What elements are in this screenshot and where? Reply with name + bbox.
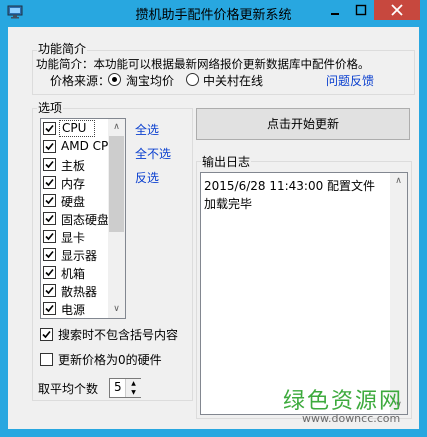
check-icon [45, 304, 54, 313]
list-item-label: 显示器 [61, 249, 98, 263]
select-none-link[interactable]: 全不选 [135, 145, 171, 162]
hardware-checklist[interactable]: CPU AMD CPU 主板 内存 硬盘 固态硬盘 显卡 显示器 机箱 散热器 … [40, 118, 126, 319]
start-update-button[interactable]: 点击开始更新 [196, 108, 410, 140]
check-icon [45, 178, 54, 187]
watermark-logo-text: 绿色资源网 [283, 389, 404, 414]
maximize-icon [355, 4, 367, 16]
checkbox[interactable] [43, 302, 56, 315]
minimize-icon [331, 13, 339, 15]
maximize-button[interactable] [348, 0, 374, 20]
checkbox[interactable] [43, 266, 56, 279]
list-item[interactable]: 内存 [41, 174, 109, 191]
log-output[interactable]: 2015/6/28 11:43:00 配置文件加载完毕 ∧ ∨ [200, 172, 408, 415]
list-item[interactable]: 散热器 [41, 282, 109, 299]
checkbox[interactable] [43, 176, 56, 189]
radio-taobao-label[interactable]: 淘宝均价 [126, 72, 174, 89]
watermark-url: www.downcc.com [302, 412, 401, 425]
log-text: 2015/6/28 11:43:00 配置文件加载完毕 [204, 179, 376, 211]
check-icon [45, 214, 54, 223]
list-item[interactable]: 主板 [41, 156, 109, 173]
log-scrollbar[interactable]: ∧ ∨ [390, 173, 407, 414]
list-item[interactable]: 显示器 [41, 246, 109, 263]
list-item-label: 显卡 [61, 231, 86, 245]
minimize-button[interactable] [322, 0, 348, 20]
list-item[interactable]: 固态硬盘 [41, 210, 109, 227]
list-item[interactable]: CPU [41, 120, 109, 137]
zero-price-label[interactable]: 更新价格为0的硬件 [58, 351, 162, 368]
checkbox[interactable] [43, 122, 56, 135]
check-icon [45, 232, 54, 241]
checkbox[interactable] [43, 230, 56, 243]
check-icon [45, 250, 54, 259]
check-icon [45, 142, 54, 151]
check-icon [45, 160, 54, 169]
stepper-down-icon[interactable]: ▼ [125, 388, 141, 397]
list-scrollbar[interactable]: ∧ ∨ [108, 119, 125, 318]
radio-zol[interactable] [186, 73, 199, 86]
feedback-link[interactable]: 问题反馈 [326, 72, 374, 89]
average-count-value[interactable]: 5 [114, 380, 122, 394]
scroll-up-arrow-icon[interactable]: ∧ [390, 173, 407, 190]
checkbox[interactable] [43, 248, 56, 261]
close-button[interactable] [374, 0, 420, 20]
checkbox[interactable] [43, 158, 56, 171]
list-item-label: 电源 [61, 303, 86, 317]
title-bar[interactable]: 攒机助手配件价格更新系统 [0, 0, 427, 27]
zero-price-checkbox[interactable] [40, 353, 53, 366]
check-icon [45, 124, 54, 133]
checkbox[interactable] [43, 284, 56, 297]
checkbox[interactable] [43, 194, 56, 207]
invert-selection-link[interactable]: 反选 [135, 169, 159, 186]
average-count-label: 取平均个数 [38, 382, 99, 396]
list-item-label: 内存 [61, 177, 86, 191]
checkbox[interactable] [43, 140, 56, 153]
stepper-up-icon[interactable]: ▲ [125, 379, 141, 388]
log-legend: 输出日志 [201, 153, 252, 170]
list-item-label: 主板 [61, 159, 86, 173]
scroll-up-arrow-icon[interactable]: ∧ [108, 119, 125, 136]
intro-legend: 功能简介 [37, 40, 88, 57]
select-all-link[interactable]: 全选 [135, 121, 159, 138]
list-item-label: 硬盘 [61, 195, 86, 209]
list-item[interactable]: 机箱 [41, 264, 109, 281]
close-icon [391, 4, 403, 16]
exclude-brackets-checkbox[interactable] [40, 328, 53, 341]
list-item-label: 固态硬盘 [61, 213, 110, 227]
intro-text: 功能简介：本功能可以根据最新网络报价更新数据库中配件价格。 [36, 57, 370, 71]
scroll-thumb[interactable] [109, 136, 124, 232]
list-item-label: 散热器 [61, 285, 98, 299]
app-window: 攒机助手配件价格更新系统 功能简介 功能简介：本功能可以根据最新网络报价更新数据… [0, 0, 427, 437]
list-item-label: CPU [59, 120, 96, 137]
list-item-label: 机箱 [61, 267, 86, 281]
average-count-stepper[interactable]: 5 ▲ ▼ [109, 378, 141, 398]
check-icon [42, 330, 51, 339]
exclude-brackets-label[interactable]: 搜索时不包含括号内容 [58, 326, 178, 343]
client-area: 功能简介 功能简介：本功能可以根据最新网络报价更新数据库中配件价格。 价格来源：… [8, 27, 419, 429]
radio-taobao[interactable] [108, 73, 121, 86]
scroll-down-arrow-icon[interactable]: ∨ [108, 301, 125, 318]
list-item[interactable]: 电源 [41, 300, 109, 317]
options-legend: 选项 [37, 99, 64, 116]
check-icon [45, 268, 54, 277]
radio-zol-label[interactable]: 中关村在线 [203, 72, 263, 89]
list-item[interactable]: 显卡 [41, 228, 109, 245]
check-icon [45, 286, 54, 295]
check-icon [45, 196, 54, 205]
list-item[interactable]: 硬盘 [41, 192, 109, 209]
list-item[interactable]: AMD CPU [41, 138, 117, 155]
radio-selected-dot [112, 77, 117, 82]
checkbox[interactable] [43, 212, 56, 225]
price-source-label: 价格来源： [50, 74, 111, 88]
